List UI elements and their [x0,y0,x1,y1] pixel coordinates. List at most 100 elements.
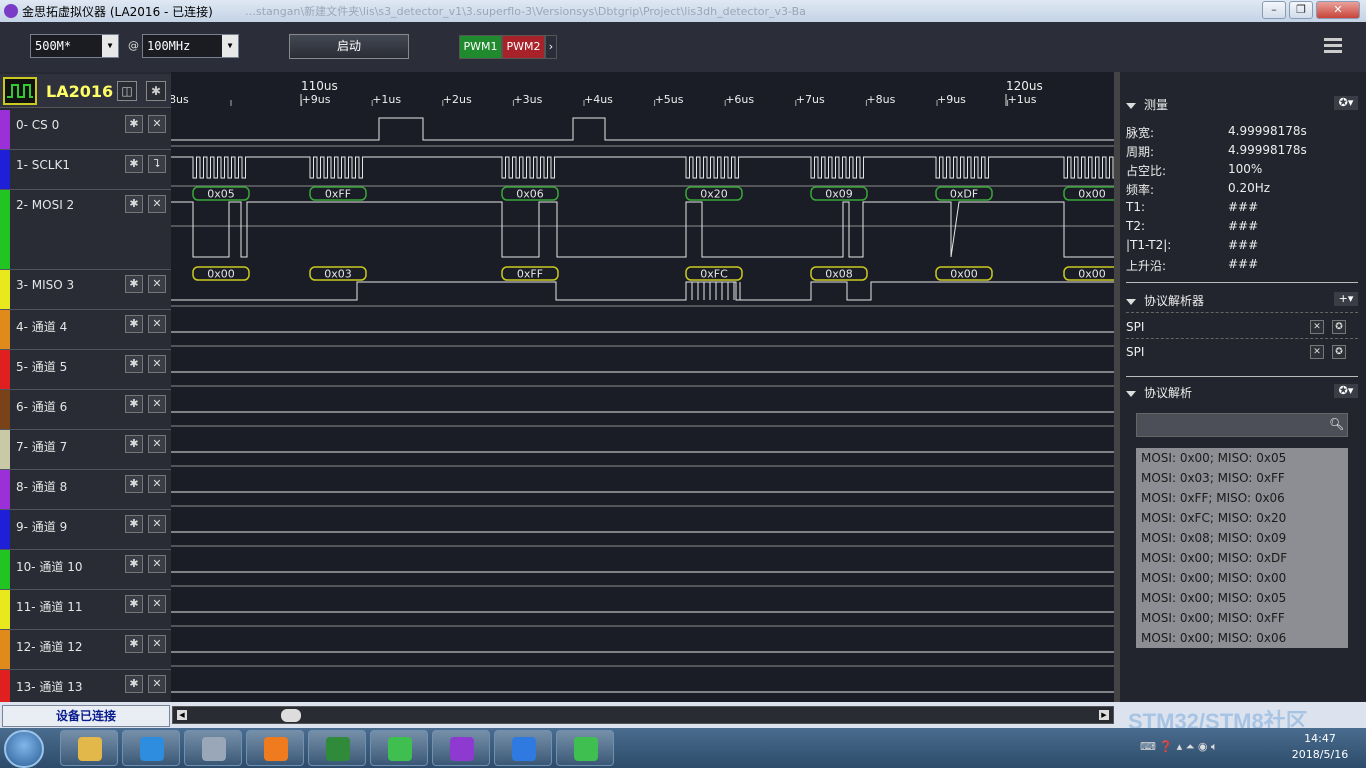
channel-row[interactable]: 6- 通道 6 ✱ ✕ [0,390,171,430]
system-tray[interactable]: ⌨ ❓ ▴ ⏶ ◉ 🔈︎ [1140,740,1218,754]
calculator-icon[interactable] [184,730,242,766]
list-item[interactable]: MOSI: 0x00; MISO: 0xFF [1136,608,1348,628]
clock[interactable]: 14:47 2018/5/16 [1280,731,1360,763]
measure-settings-icon[interactable]: ✪▾ [1334,96,1358,110]
pdf-icon[interactable] [246,730,304,766]
virtual-instrument-icon[interactable] [432,730,490,766]
protocol-section-header[interactable]: 协议解析 [1126,384,1192,401]
gear-icon[interactable]: ✱ [125,355,143,373]
protocol-decode-list[interactable]: MOSI: 0x00; MISO: 0x05 MOSI: 0x03; MISO: … [1136,448,1348,648]
close-icon[interactable]: ✕ [148,275,166,293]
list-item[interactable]: MOSI: 0xFC; MISO: 0x20 [1136,508,1348,528]
scrollbar-thumb[interactable] [281,709,301,722]
list-item[interactable]: MOSI: 0x00; MISO: 0x00 [1136,568,1348,588]
close-icon[interactable]: ⮧ [148,155,166,173]
close-icon[interactable]: ✕ [148,355,166,373]
channel-row[interactable]: 10- 通道 10 ✱ ✕ [0,550,171,590]
close-window-button[interactable]: ✕ [1316,1,1360,19]
channel-label[interactable]: 2- MOSI 2 [16,198,74,212]
channel-row[interactable]: 8- 通道 8 ✱ ✕ [0,470,171,510]
collapse-triangle-icon[interactable] [1126,298,1136,305]
channel-row[interactable]: 7- 通道 7 ✱ ✕ [0,430,171,470]
explorer-icon[interactable] [60,730,118,766]
add-analyzer-icon[interactable]: +▾ [1334,292,1358,306]
chevron-down-icon[interactable]: ▼ [102,35,118,57]
gear-icon[interactable]: ✱ [125,115,143,133]
channel-label[interactable]: 9- 通道 9 [16,518,67,535]
wechat-icon[interactable] [556,730,614,766]
list-item[interactable]: MOSI: 0x00; MISO: 0x05 [1136,448,1348,468]
maximize-button[interactable]: ❐ [1289,1,1313,19]
measure-section-header[interactable]: 测量 [1126,96,1168,113]
gear-icon[interactable]: ✱ [125,155,143,173]
channel-label[interactable]: 4- 通道 4 [16,318,67,335]
close-icon[interactable]: ✕ [1310,345,1324,359]
channel-label[interactable]: 13- 通道 13 [16,678,83,695]
gear-icon[interactable]: ✱ [125,275,143,293]
channel-row[interactable]: 1- SCLK1 ✱ ⮧ [0,150,171,190]
close-icon[interactable]: ✕ [148,115,166,133]
channel-row[interactable]: 2- MOSI 2 ✱ ✕ [0,190,171,270]
channel-row[interactable]: 0- CS 0 ✱ ✕ [0,110,171,150]
channel-label[interactable]: 7- 通道 7 [16,438,67,455]
channel-label[interactable]: 1- SCLK1 [16,158,70,172]
channel-row[interactable]: 3- MISO 3 ✱ ✕ [0,270,171,310]
collapse-triangle-icon[interactable] [1126,102,1136,109]
close-icon[interactable]: ✕ [148,315,166,333]
gear-icon[interactable]: ✱ [125,555,143,573]
gear-icon[interactable]: ✪ [1332,345,1346,359]
waveform-canvas[interactable]: 110us 120us 8us +9us +1us +2us +3us +4us +5us +6u… [171,72,1114,702]
pwm2-button[interactable]: PWM2 [502,35,545,59]
gear-icon[interactable]: ✱ [125,315,143,333]
close-icon[interactable]: ✕ [148,435,166,453]
channel-label[interactable]: 11- 通道 11 [16,598,83,615]
channel-row[interactable]: 12- 通道 12 ✱ ✕ [0,630,171,670]
list-item[interactable]: MOSI: 0xFF; MISO: 0x06 [1136,488,1348,508]
collapse-triangle-icon[interactable] [1126,390,1136,397]
gear-icon[interactable]: ✱ [125,475,143,493]
channel-label[interactable]: 6- 通道 6 [16,398,67,415]
gear-icon[interactable]: ✱ [125,195,143,213]
gear-icon[interactable]: ✱ [125,395,143,413]
close-icon[interactable]: ✕ [148,515,166,533]
protocol-search-input[interactable]: 🔍︎ [1136,413,1348,437]
scroll-left-icon[interactable]: ◀ [177,710,187,720]
protocol-settings-icon[interactable]: ✪▾ [1334,384,1358,398]
close-icon[interactable]: ✕ [148,675,166,693]
close-icon[interactable]: ✕ [148,635,166,653]
horizontal-scrollbar[interactable]: ◀ ▶ [172,706,1114,724]
close-icon[interactable]: ✕ [1310,320,1324,334]
list-item[interactable]: MOSI: 0x00; MISO: 0x06 [1136,628,1348,648]
search-icon[interactable]: 🔍︎ [1329,417,1344,431]
channel-label[interactable]: 5- 通道 5 [16,358,67,375]
close-icon[interactable]: ✕ [148,195,166,213]
channel-row[interactable]: 4- 通道 4 ✱ ✕ [0,310,171,350]
start-button[interactable]: 启动 [289,34,409,59]
chevron-down-icon[interactable]: ▼ [222,35,238,57]
close-icon[interactable]: ✕ [148,595,166,613]
window-toggle-icon[interactable]: ◫ [117,81,137,101]
close-icon[interactable]: ✕ [148,395,166,413]
gear-icon[interactable]: ✱ [125,595,143,613]
gear-icon[interactable]: ✱ [125,515,143,533]
channel-label[interactable]: 12- 通道 12 [16,638,83,655]
list-item[interactable]: MOSI: 0x08; MISO: 0x09 [1136,528,1348,548]
device-settings-icon[interactable]: ✱ [146,81,166,101]
pwm1-button[interactable]: PWM1 [459,35,502,59]
start-orb-icon[interactable] [4,730,44,768]
analyzer-spi-1[interactable]: SPI [1126,320,1144,334]
channel-row[interactable]: 9- 通道 9 ✱ ✕ [0,510,171,550]
gear-icon[interactable]: ✱ [125,435,143,453]
channel-row[interactable]: 5- 通道 5 ✱ ✕ [0,350,171,390]
sync-icon[interactable] [370,730,428,766]
ie-icon[interactable] [122,730,180,766]
scroll-right-icon[interactable]: ▶ [1099,710,1109,720]
minimize-button[interactable]: – [1262,1,1286,19]
close-icon[interactable]: ✕ [148,555,166,573]
vim-icon[interactable] [308,730,366,766]
list-item[interactable]: MOSI: 0x00; MISO: 0xDF [1136,548,1348,568]
channel-label[interactable]: 0- CS 0 [16,118,59,132]
sample-rate-select[interactable]: 100MHz ▼ [142,34,239,58]
close-icon[interactable]: ✕ [148,475,166,493]
channel-row[interactable]: 13- 通道 13 ✱ ✕ [0,670,171,704]
